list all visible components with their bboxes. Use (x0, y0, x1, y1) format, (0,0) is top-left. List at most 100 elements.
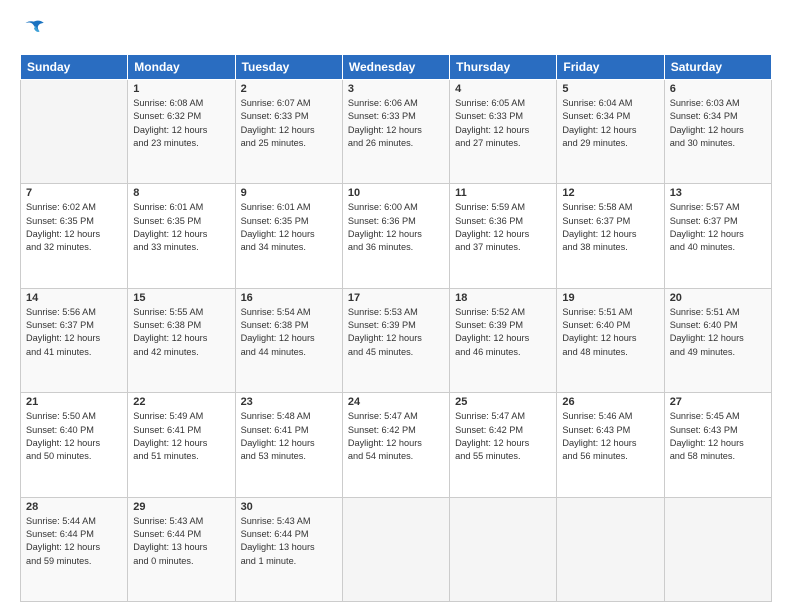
calendar-cell (664, 497, 771, 601)
calendar-cell: 17 Sunrise: 5:53 AMSunset: 6:39 PMDayligh… (342, 288, 449, 392)
cell-info: Sunrise: 5:45 AMSunset: 6:43 PMDaylight:… (670, 410, 766, 463)
logo-bird-icon (20, 16, 48, 44)
calendar-cell (450, 497, 557, 601)
cell-info: Sunrise: 5:50 AMSunset: 6:40 PMDaylight:… (26, 410, 122, 463)
header (20, 16, 772, 44)
day-number: 26 (562, 396, 658, 408)
day-number: 22 (133, 396, 229, 408)
cell-info: Sunrise: 5:46 AMSunset: 6:43 PMDaylight:… (562, 410, 658, 463)
calendar-cell: 4Sunrise: 6:05 AMSunset: 6:33 PMDaylight… (450, 80, 557, 184)
weekday-header: Monday (128, 55, 235, 80)
cell-info: Sunrise: 5:57 AMSunset: 6:37 PMDaylight:… (670, 201, 766, 254)
cell-info: Sunrise: 6:01 AMSunset: 6:35 PMDaylight:… (133, 201, 229, 254)
calendar-cell: 1Sunrise: 6:08 AMSunset: 6:32 PMDaylight… (128, 80, 235, 184)
calendar-cell: 2 Sunrise: 6:07 AMSunset: 6:33 PMDaylight… (235, 80, 342, 184)
day-number: 14 (26, 292, 122, 304)
calendar-cell: 3 Sunrise: 6:06 AMSunset: 6:33 PMDaylight… (342, 80, 449, 184)
weekday-header: Wednesday (342, 55, 449, 80)
calendar-cell: 18 Sunrise: 5:52 AMSunset: 6:39 PMDayligh… (450, 288, 557, 392)
day-number: 16 (241, 292, 337, 304)
cell-info: Sunrise: 5:58 AMSunset: 6:37 PMDaylight:… (562, 201, 658, 254)
calendar-cell: 27 Sunrise: 5:45 AMSunset: 6:43 PMDayligh… (664, 393, 771, 497)
cell-info: Sunrise: 5:56 AMSunset: 6:37 PMDaylight:… (26, 306, 122, 359)
calendar-cell (557, 497, 664, 601)
calendar-cell: 13 Sunrise: 5:57 AMSunset: 6:37 PMDayligh… (664, 184, 771, 288)
calendar-cell: 11 Sunrise: 5:59 AMSunset: 6:36 PMDayligh… (450, 184, 557, 288)
weekday-header: Sunday (21, 55, 128, 80)
weekday-header: Tuesday (235, 55, 342, 80)
calendar-cell: 25 Sunrise: 5:47 AMSunset: 6:42 PMDayligh… (450, 393, 557, 497)
calendar-cell: 21 Sunrise: 5:50 AMSunset: 6:40 PMDayligh… (21, 393, 128, 497)
cell-info: Sunrise: 5:49 AMSunset: 6:41 PMDaylight:… (133, 410, 229, 463)
calendar-cell: 20 Sunrise: 5:51 AMSunset: 6:40 PMDayligh… (664, 288, 771, 392)
cell-info: Sunrise: 5:48 AMSunset: 6:41 PMDaylight:… (241, 410, 337, 463)
day-number: 25 (455, 396, 551, 408)
cell-info: Sunrise: 6:01 AMSunset: 6:35 PMDaylight:… (241, 201, 337, 254)
calendar-cell: 7 Sunrise: 6:02 AMSunset: 6:35 PMDaylight… (21, 184, 128, 288)
day-number: 19 (562, 292, 658, 304)
calendar-cell: 10 Sunrise: 6:00 AMSunset: 6:36 PMDayligh… (342, 184, 449, 288)
cell-info: Sunrise: 6:07 AMSunset: 6:33 PMDaylight:… (241, 97, 337, 150)
day-number: 28 (26, 501, 122, 513)
day-number: 13 (670, 187, 766, 199)
cell-info: Sunrise: 5:47 AMSunset: 6:42 PMDaylight:… (455, 410, 551, 463)
day-number: 3 (348, 83, 444, 95)
page: SundayMondayTuesdayWednesdayThursdayFrid… (0, 0, 792, 612)
calendar-cell: 6 Sunrise: 6:03 AMSunset: 6:34 PMDaylight… (664, 80, 771, 184)
logo (20, 16, 52, 44)
cell-info: Sunrise: 5:47 AMSunset: 6:42 PMDaylight:… (348, 410, 444, 463)
day-number: 15 (133, 292, 229, 304)
cell-info: Sunrise: 6:00 AMSunset: 6:36 PMDaylight:… (348, 201, 444, 254)
calendar-cell: 22 Sunrise: 5:49 AMSunset: 6:41 PMDayligh… (128, 393, 235, 497)
day-number: 30 (241, 501, 337, 513)
cell-info: Sunrise: 5:54 AMSunset: 6:38 PMDaylight:… (241, 306, 337, 359)
day-number: 20 (670, 292, 766, 304)
day-number: 24 (348, 396, 444, 408)
calendar-cell: 19 Sunrise: 5:51 AMSunset: 6:40 PMDayligh… (557, 288, 664, 392)
day-number: 6 (670, 83, 766, 95)
cell-info: Sunrise: 5:51 AMSunset: 6:40 PMDaylight:… (670, 306, 766, 359)
calendar-cell: 28 Sunrise: 5:44 AMSunset: 6:44 PMDayligh… (21, 497, 128, 601)
calendar-cell (342, 497, 449, 601)
cell-info: Sunrise: 5:44 AMSunset: 6:44 PMDaylight:… (26, 515, 122, 568)
day-number: 29 (133, 501, 229, 513)
calendar-cell: 15 Sunrise: 5:55 AMSunset: 6:38 PMDayligh… (128, 288, 235, 392)
calendar-cell: 5 Sunrise: 6:04 AMSunset: 6:34 PMDaylight… (557, 80, 664, 184)
calendar-cell: 26 Sunrise: 5:46 AMSunset: 6:43 PMDayligh… (557, 393, 664, 497)
calendar-cell: 12Sunrise: 5:58 AMSunset: 6:37 PMDayligh… (557, 184, 664, 288)
cell-info: Sunrise: 6:06 AMSunset: 6:33 PMDaylight:… (348, 97, 444, 150)
cell-info: Sunrise: 6:04 AMSunset: 6:34 PMDaylight:… (562, 97, 658, 150)
day-number: 18 (455, 292, 551, 304)
day-number: 17 (348, 292, 444, 304)
day-number: 9 (241, 187, 337, 199)
calendar-cell: 9 Sunrise: 6:01 AMSunset: 6:35 PMDaylight… (235, 184, 342, 288)
calendar-cell: 14 Sunrise: 5:56 AMSunset: 6:37 PMDayligh… (21, 288, 128, 392)
calendar-cell: 23 Sunrise: 5:48 AMSunset: 6:41 PMDayligh… (235, 393, 342, 497)
day-number: 21 (26, 396, 122, 408)
day-number: 27 (670, 396, 766, 408)
calendar-cell: 8Sunrise: 6:01 AMSunset: 6:35 PMDaylight… (128, 184, 235, 288)
cell-info: Sunrise: 5:51 AMSunset: 6:40 PMDaylight:… (562, 306, 658, 359)
day-number: 4 (455, 83, 551, 95)
cell-info: Sunrise: 5:43 AMSunset: 6:44 PMDaylight:… (133, 515, 229, 568)
day-number: 5 (562, 83, 658, 95)
cell-info: Sunrise: 5:53 AMSunset: 6:39 PMDaylight:… (348, 306, 444, 359)
cell-info: Sunrise: 5:55 AMSunset: 6:38 PMDaylight:… (133, 306, 229, 359)
cell-info: Sunrise: 6:03 AMSunset: 6:34 PMDaylight:… (670, 97, 766, 150)
weekday-header: Thursday (450, 55, 557, 80)
day-number: 11 (455, 187, 551, 199)
cell-info: Sunrise: 5:52 AMSunset: 6:39 PMDaylight:… (455, 306, 551, 359)
day-number: 7 (26, 187, 122, 199)
day-number: 1 (133, 83, 229, 95)
day-number: 2 (241, 83, 337, 95)
cell-info: Sunrise: 5:59 AMSunset: 6:36 PMDaylight:… (455, 201, 551, 254)
weekday-header: Friday (557, 55, 664, 80)
calendar-cell: 29 Sunrise: 5:43 AMSunset: 6:44 PMDayligh… (128, 497, 235, 601)
day-number: 10 (348, 187, 444, 199)
cell-info: Sunrise: 5:43 AMSunset: 6:44 PMDaylight:… (241, 515, 337, 568)
weekday-header: Saturday (664, 55, 771, 80)
day-number: 23 (241, 396, 337, 408)
calendar-table: SundayMondayTuesdayWednesdayThursdayFrid… (20, 54, 772, 602)
calendar-cell: 30 Sunrise: 5:43 AMSunset: 6:44 PMDayligh… (235, 497, 342, 601)
cell-info: Sunrise: 6:02 AMSunset: 6:35 PMDaylight:… (26, 201, 122, 254)
